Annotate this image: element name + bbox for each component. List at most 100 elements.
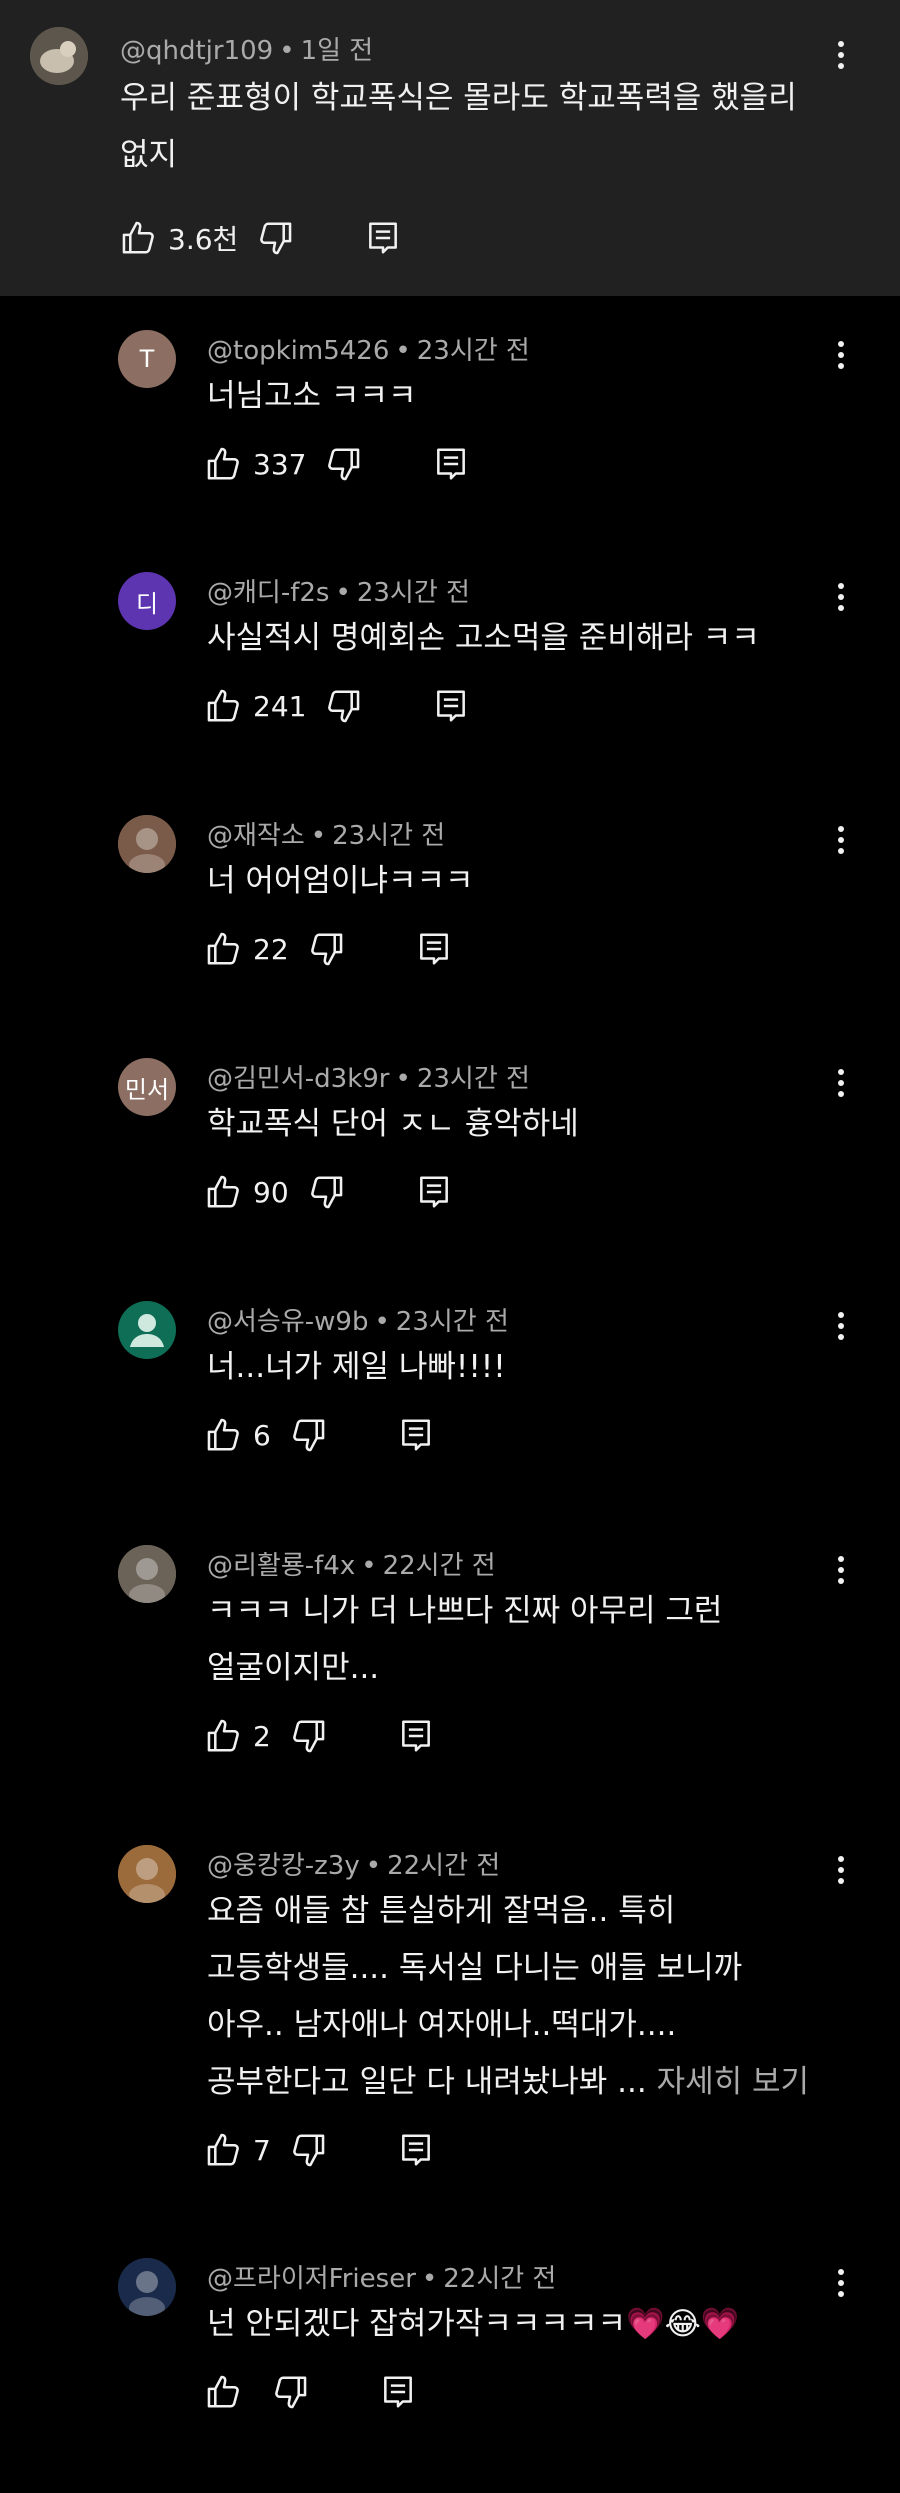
comment-line: ㅋㅋㅋ 니가 더 나쁘다 진짜 아무리 그런 <box>207 1593 723 1629</box>
reply-icon[interactable] <box>432 687 470 725</box>
thumbs-down-icon[interactable] <box>307 1173 345 1211</box>
comment-meta: @캐디-f2s • 23시간 전 <box>207 578 470 608</box>
like-count: 337 <box>253 447 307 481</box>
comment-time: 23시간 전 <box>395 1307 509 1337</box>
comment-time: 22시간 전 <box>443 2264 557 2294</box>
comment-meta: @프라이저Frieser • 22시간 전 <box>207 2264 557 2294</box>
reply-icon[interactable] <box>397 2131 435 2169</box>
avatar[interactable] <box>30 27 88 85</box>
reply-icon[interactable] <box>364 219 402 257</box>
cat-photo-icon <box>30 27 88 85</box>
reply-icon[interactable] <box>415 930 453 968</box>
comment-meta: @리활룡-f4x • 22시간 전 <box>207 1551 496 1581</box>
thumbs-up-icon[interactable] <box>205 2373 243 2411</box>
thumbs-down-icon[interactable] <box>256 219 294 257</box>
author-handle[interactable]: @서승유-w9b <box>207 1307 368 1337</box>
comment-line: 너님고소 ㅋㅋㅋ <box>207 378 417 414</box>
thumbs-up-icon[interactable] <box>205 2131 243 2169</box>
read-more-link[interactable]: 자세히 보기 <box>657 2064 809 2100</box>
thumbs-up-icon[interactable] <box>120 219 158 257</box>
thumbs-up-icon[interactable] <box>205 687 243 725</box>
comment-line: 넌 안되겠다 잡혀가작ㅋㅋㅋㅋㅋ💗😂💗 <box>207 2306 740 2342</box>
comment-text: 요즘 애들 참 튼실하게 잘먹음.. 특히 고등학생들.... 독서실 다니는 애… <box>207 1883 809 2111</box>
comment-meta: @topkim5426 • 23시간 전 <box>207 336 530 366</box>
comment-text: 우리 준표형이 학교폭식은 몰라도 학교폭력을 했을리 없지 <box>120 70 797 184</box>
avatar[interactable] <box>118 2258 176 2316</box>
thumbs-down-icon[interactable] <box>271 2373 309 2411</box>
reply-comment: 디 @캐디-f2s • 23시간 전사실적시 명예회손 고소먹을 준비해라 ㅋㅋ 241 <box>0 567 900 807</box>
thumbs-down-icon[interactable] <box>307 930 345 968</box>
comment-text: 너님고소 ㅋㅋㅋ <box>207 368 417 425</box>
avatar[interactable]: 디 <box>118 572 176 630</box>
avatar[interactable]: T <box>118 330 176 388</box>
thumbs-down-icon[interactable] <box>289 1416 327 1454</box>
comment-line: 우리 준표형이 학교폭식은 몰라도 학교폭력을 했을리 <box>120 80 797 116</box>
comment-actions: 337 <box>205 439 470 489</box>
author-handle[interactable]: @리활룡-f4x <box>207 1551 355 1581</box>
reply-icon[interactable] <box>415 1173 453 1211</box>
reply-icon[interactable] <box>432 445 470 483</box>
thumbs-down-icon[interactable] <box>324 687 362 725</box>
avatar[interactable] <box>118 815 176 873</box>
avatar-initial: 디 <box>135 589 159 618</box>
like-count: 22 <box>253 932 289 966</box>
default-avatar-icon <box>130 1314 164 1347</box>
avatar-initial: 민서 <box>124 1075 170 1104</box>
reply-comment: @프라이저Frieser • 22시간 전넌 안되겠다 잡혀가작ㅋㅋㅋㅋㅋ💗😂💗 <box>0 2253 900 2493</box>
more-options-icon[interactable] <box>826 30 856 80</box>
more-options-icon[interactable] <box>826 2258 856 2308</box>
author-handle[interactable]: @김민서-d3k9r <box>207 1064 389 1094</box>
comment-text: 너 어어엄이냐ㅋㅋㅋ <box>207 853 474 910</box>
thumbs-down-icon[interactable] <box>324 445 362 483</box>
more-options-icon[interactable] <box>826 1058 856 1108</box>
more-options-icon[interactable] <box>826 1545 856 1595</box>
reply-icon[interactable] <box>379 2373 417 2411</box>
avatar[interactable] <box>118 1845 176 1903</box>
avatar[interactable] <box>118 1545 176 1603</box>
reply-icon[interactable] <box>397 1717 435 1755</box>
author-handle[interactable]: @qhdtjr109 <box>120 36 273 66</box>
author-handle[interactable]: @프라이저Frieser <box>207 2264 416 2294</box>
author-handle[interactable]: @웅캉캉-z3y <box>207 1851 360 1881</box>
profile-photo-icon <box>118 1545 176 1603</box>
thumbs-up-icon[interactable] <box>205 1717 243 1755</box>
comment-line: 사실적시 명예회손 고소먹을 준비해라 ㅋㅋ <box>207 620 760 656</box>
comment-actions: 241 <box>205 681 470 731</box>
comment-meta: @웅캉캉-z3y • 22시간 전 <box>207 1851 501 1881</box>
comment-actions: 6 <box>205 1410 435 1460</box>
more-options-icon[interactable] <box>826 1301 856 1351</box>
reply-icon[interactable] <box>397 1416 435 1454</box>
comment-line: 너 어어엄이냐ㅋㅋㅋ <box>207 863 474 899</box>
comment-line: 아우.. 남자애나 여자애나..떡대가.... <box>207 2007 677 2043</box>
reply-comment: @재작소 • 23시간 전너 어어엄이냐ㅋㅋㅋ 22 <box>0 810 900 1050</box>
profile-photo-icon <box>118 1845 176 1903</box>
comment-line: 공부한다고 일단 다 내려놨나봐 ... 자세히 보기 <box>207 2064 810 2100</box>
thumbs-up-icon[interactable] <box>205 1173 243 1211</box>
thumbs-down-icon[interactable] <box>289 2131 327 2169</box>
author-handle[interactable]: @재작소 <box>207 821 305 851</box>
thumbs-up-icon[interactable] <box>205 930 243 968</box>
comment-time: 22시간 전 <box>387 1851 501 1881</box>
reply-comment: @리활룡-f4x • 22시간 전 ㅋㅋㅋ 니가 더 나쁘다 진짜 아무리 그런 얼굴이… <box>0 1540 900 1780</box>
like-count: 7 <box>253 2133 271 2167</box>
thumbs-down-icon[interactable] <box>289 1717 327 1755</box>
more-options-icon[interactable] <box>826 572 856 622</box>
author-handle[interactable]: @topkim5426 <box>207 336 389 366</box>
more-options-icon[interactable] <box>826 815 856 865</box>
comment-time: 23시간 전 <box>416 1064 530 1094</box>
more-options-icon[interactable] <box>826 330 856 380</box>
reply-comment: 민서 @김민서-d3k9r • 23시간 전 학교폭식 단어 ㅈㄴ 흉악하네 90 <box>0 1053 900 1293</box>
like-count: 90 <box>253 1175 289 1209</box>
thumbs-up-icon[interactable] <box>205 1416 243 1454</box>
thumbs-up-icon[interactable] <box>205 445 243 483</box>
avatar[interactable]: 민서 <box>118 1058 176 1116</box>
comment-text: ㅋㅋㅋ 니가 더 나쁘다 진짜 아무리 그런 얼굴이지만... <box>207 1583 722 1697</box>
author-handle[interactable]: @캐디-f2s <box>207 578 329 608</box>
reply-comment: T @topkim5426 • 23시간 전너님고소 ㅋㅋㅋ 337 <box>0 325 900 565</box>
comment-text: 학교폭식 단어 ㅈㄴ 흉악하네 <box>207 1096 579 1153</box>
more-options-icon[interactable] <box>826 1845 856 1895</box>
profile-photo-icon <box>118 2258 176 2316</box>
avatar[interactable] <box>118 1301 176 1359</box>
comment-meta: @재작소 • 23시간 전 <box>207 821 446 851</box>
comment-actions: 7 <box>205 2125 435 2175</box>
